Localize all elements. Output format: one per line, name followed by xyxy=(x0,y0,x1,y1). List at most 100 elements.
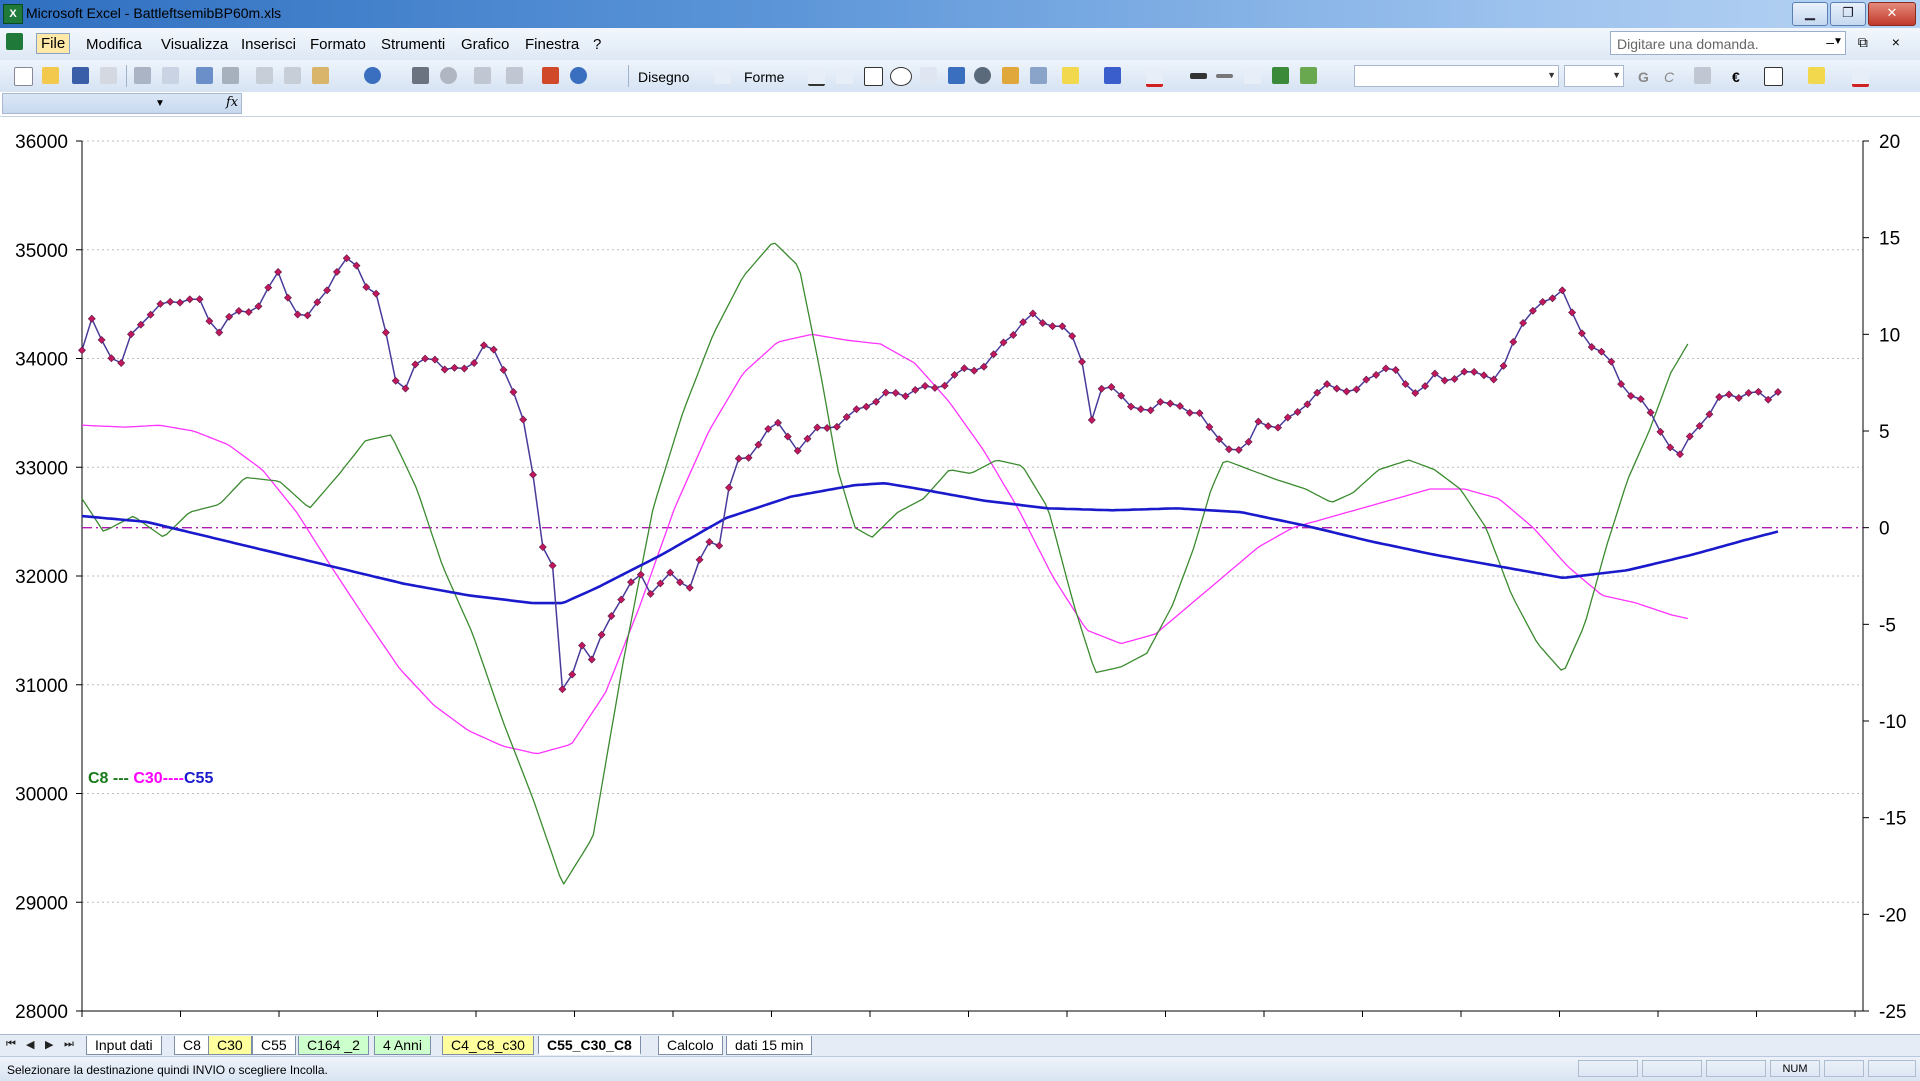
italic-button[interactable]: C xyxy=(1664,69,1674,85)
menu-grafico[interactable]: Grafico xyxy=(461,36,509,53)
restore-button[interactable]: ❐ xyxy=(1830,2,1866,26)
price-data-point[interactable] xyxy=(1656,427,1665,436)
font-color-icon[interactable] xyxy=(1146,67,1163,87)
price-data-point[interactable] xyxy=(1744,388,1753,397)
price-data-point[interactable] xyxy=(274,268,283,276)
menu-help[interactable]: ? xyxy=(593,36,601,53)
price-data-point[interactable] xyxy=(225,312,234,321)
price-data-point[interactable] xyxy=(1725,390,1733,399)
price-data-point[interactable] xyxy=(617,595,626,604)
help-icon[interactable] xyxy=(570,67,587,84)
autosum-icon[interactable] xyxy=(440,67,457,84)
menu-modifica[interactable]: Modifica xyxy=(86,36,142,53)
price-data-point[interactable] xyxy=(185,295,194,304)
price-data-point[interactable] xyxy=(705,537,714,546)
print-preview-icon[interactable] xyxy=(162,67,179,84)
sheet-tab-c4-c8-c30[interactable]: C4_C8_c30 xyxy=(442,1036,534,1055)
clipart-icon[interactable] xyxy=(1002,67,1019,84)
price-data-point[interactable] xyxy=(1332,384,1341,393)
price-data-point[interactable] xyxy=(489,345,498,354)
menu-file[interactable]: File xyxy=(36,33,71,54)
price-data-point[interactable] xyxy=(597,630,606,639)
sheet-tab-dati-15-min[interactable]: dati 15 min xyxy=(726,1036,813,1055)
shadow-style-icon[interactable] xyxy=(1272,67,1289,84)
price-data-point[interactable] xyxy=(685,583,694,592)
price-data-point[interactable] xyxy=(1479,371,1488,380)
price-data-point[interactable] xyxy=(421,354,430,363)
next-sheet-button[interactable]: ▶ xyxy=(45,1038,53,1051)
cut-icon[interactable] xyxy=(256,67,273,84)
price-data-point[interactable] xyxy=(1097,384,1106,393)
price-data-point[interactable] xyxy=(734,454,743,463)
first-sheet-button[interactable]: ⏮ xyxy=(6,1038,16,1051)
font-size-combo[interactable]: ▼ xyxy=(1564,65,1624,87)
price-data-point[interactable] xyxy=(921,381,930,390)
sort-icon[interactable] xyxy=(474,67,491,84)
autoshapes-menu[interactable]: Forme xyxy=(744,69,784,85)
close-button[interactable]: ✕ xyxy=(1868,2,1916,26)
price-data-point[interactable] xyxy=(479,341,488,350)
mdi-window-controls[interactable]: – ⧉ × xyxy=(1826,34,1910,51)
price-data-point[interactable] xyxy=(970,366,979,375)
price-data-point[interactable] xyxy=(499,365,508,374)
print-icon[interactable] xyxy=(134,67,151,84)
picture-icon[interactable] xyxy=(1030,67,1047,84)
research-icon[interactable] xyxy=(222,67,239,84)
price-data-point[interactable] xyxy=(470,359,479,367)
line-icon[interactable] xyxy=(808,67,825,86)
price-data-point[interactable] xyxy=(764,424,773,433)
function-icon[interactable]: fx xyxy=(226,95,238,110)
open-folder-icon[interactable] xyxy=(42,67,59,84)
sort-descending-icon[interactable] xyxy=(506,67,523,84)
price-data-point[interactable] xyxy=(1264,422,1273,431)
sheet-tab-c30[interactable]: C30 xyxy=(208,1036,252,1055)
price-data-point[interactable] xyxy=(283,293,292,302)
price-data-point[interactable] xyxy=(1342,387,1351,396)
permission-icon[interactable] xyxy=(100,67,117,84)
price-data-point[interactable] xyxy=(176,298,184,307)
document-icon[interactable] xyxy=(6,33,23,50)
price-data-point[interactable] xyxy=(87,314,96,323)
copy-icon[interactable] xyxy=(284,67,301,84)
price-data-point[interactable] xyxy=(1568,308,1577,317)
menu-finestra[interactable]: Finestra xyxy=(525,36,579,53)
price-data-point[interactable] xyxy=(381,328,390,337)
price-data-point[interactable] xyxy=(529,470,537,479)
new-document-icon[interactable] xyxy=(14,67,33,86)
price-data-point[interactable] xyxy=(195,295,204,304)
price-data-point[interactable] xyxy=(725,483,733,492)
price-data-point[interactable] xyxy=(78,346,86,355)
paste-icon[interactable] xyxy=(312,67,329,84)
price-data-point[interactable] xyxy=(607,612,616,620)
price-data-point[interactable] xyxy=(1254,417,1263,426)
menu-formato[interactable]: Formato xyxy=(310,36,366,53)
spelling-icon[interactable] xyxy=(196,67,213,84)
textbox-icon[interactable] xyxy=(920,67,937,84)
price-data-point[interactable] xyxy=(1136,405,1145,414)
sheet-tab-4-anni[interactable]: 4 Anni xyxy=(374,1036,431,1055)
price-data-point[interactable] xyxy=(1166,399,1175,408)
sheet-tab-calcolo[interactable]: Calcolo xyxy=(658,1036,723,1055)
euro-button[interactable]: € xyxy=(1732,69,1740,85)
price-data-point[interactable] xyxy=(166,297,175,306)
price-data-point[interactable] xyxy=(117,359,126,367)
save-icon[interactable] xyxy=(72,67,89,84)
arrow-icon[interactable] xyxy=(836,67,853,84)
price-data-point[interactable] xyxy=(509,388,518,396)
line-color-icon[interactable] xyxy=(1104,67,1121,84)
fill-color-icon[interactable] xyxy=(1062,67,1079,84)
price-data-point[interactable] xyxy=(1087,416,1096,424)
price-data-point[interactable] xyxy=(1048,322,1057,331)
font-name-combo[interactable]: ▼ xyxy=(1354,65,1559,87)
rectangle-icon[interactable] xyxy=(864,67,883,86)
price-data-point[interactable] xyxy=(460,364,469,373)
drawing-menu[interactable]: Disegno xyxy=(638,69,689,85)
menu-visualizza[interactable]: Visualizza xyxy=(161,36,228,53)
price-data-point[interactable] xyxy=(862,402,871,411)
price-data-point[interactable] xyxy=(97,335,106,344)
sheet-tab-c55-c30-c8[interactable]: C55_C30_C8 xyxy=(538,1036,641,1055)
price-data-point[interactable] xyxy=(930,383,939,392)
3d-style-icon[interactable] xyxy=(1300,67,1317,84)
name-box-dropdown-icon[interactable]: ▼ xyxy=(155,98,165,109)
price-data-point[interactable] xyxy=(1509,337,1518,346)
